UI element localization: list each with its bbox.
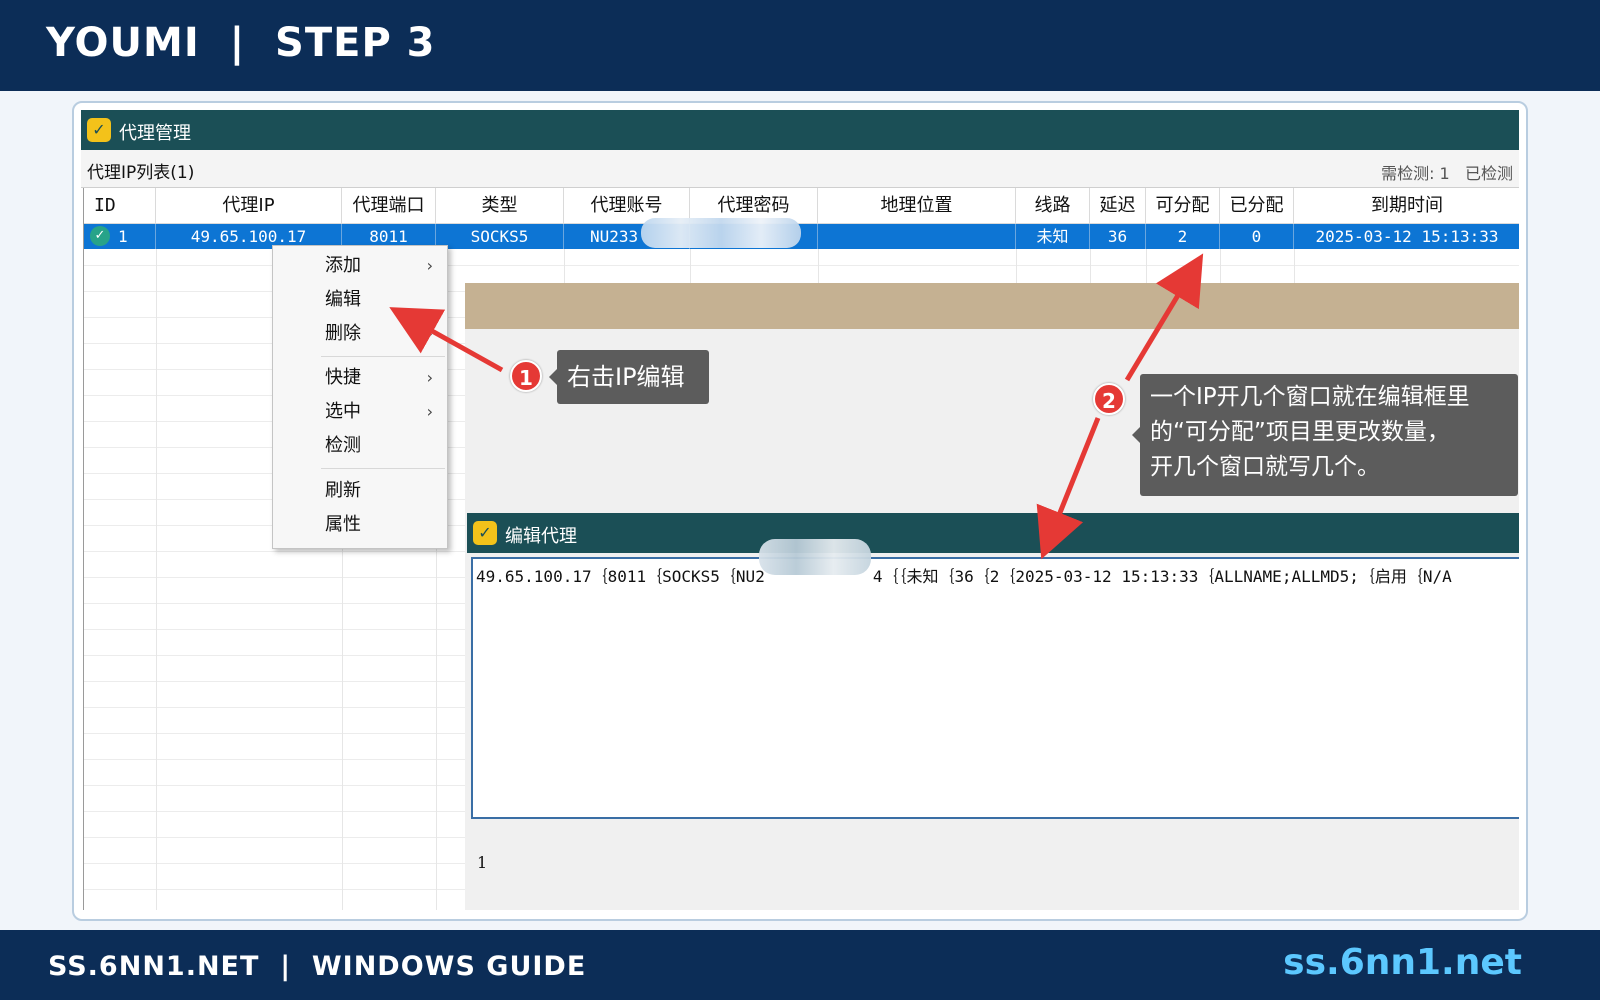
footer-guide-label: SS.6NN1.NET | WINDOWS GUIDE [48,951,587,982]
callout-allocatable-instructions: 一个IP开几个窗口就在编辑框里 的“可分配”项目里更改数量， 开几个窗口就写几个… [1132,374,1518,496]
footer-site-link[interactable]: ss.6nn1.net [1283,942,1522,983]
annotation-arrows [389,253,1204,560]
step-badge-1: 1 [510,360,542,392]
bottom-banner: SS.6NN1.NET | WINDOWS GUIDE ss.6nn1.net [0,930,1600,1000]
arrow-to-allocatable-column [1124,253,1204,382]
callout-right-click-edit: 右击IP编辑 [549,350,709,404]
step-badge-2: 2 [1093,383,1125,415]
arrow-to-edit [389,307,504,373]
arrow-to-allocatable-field [1036,417,1101,560]
